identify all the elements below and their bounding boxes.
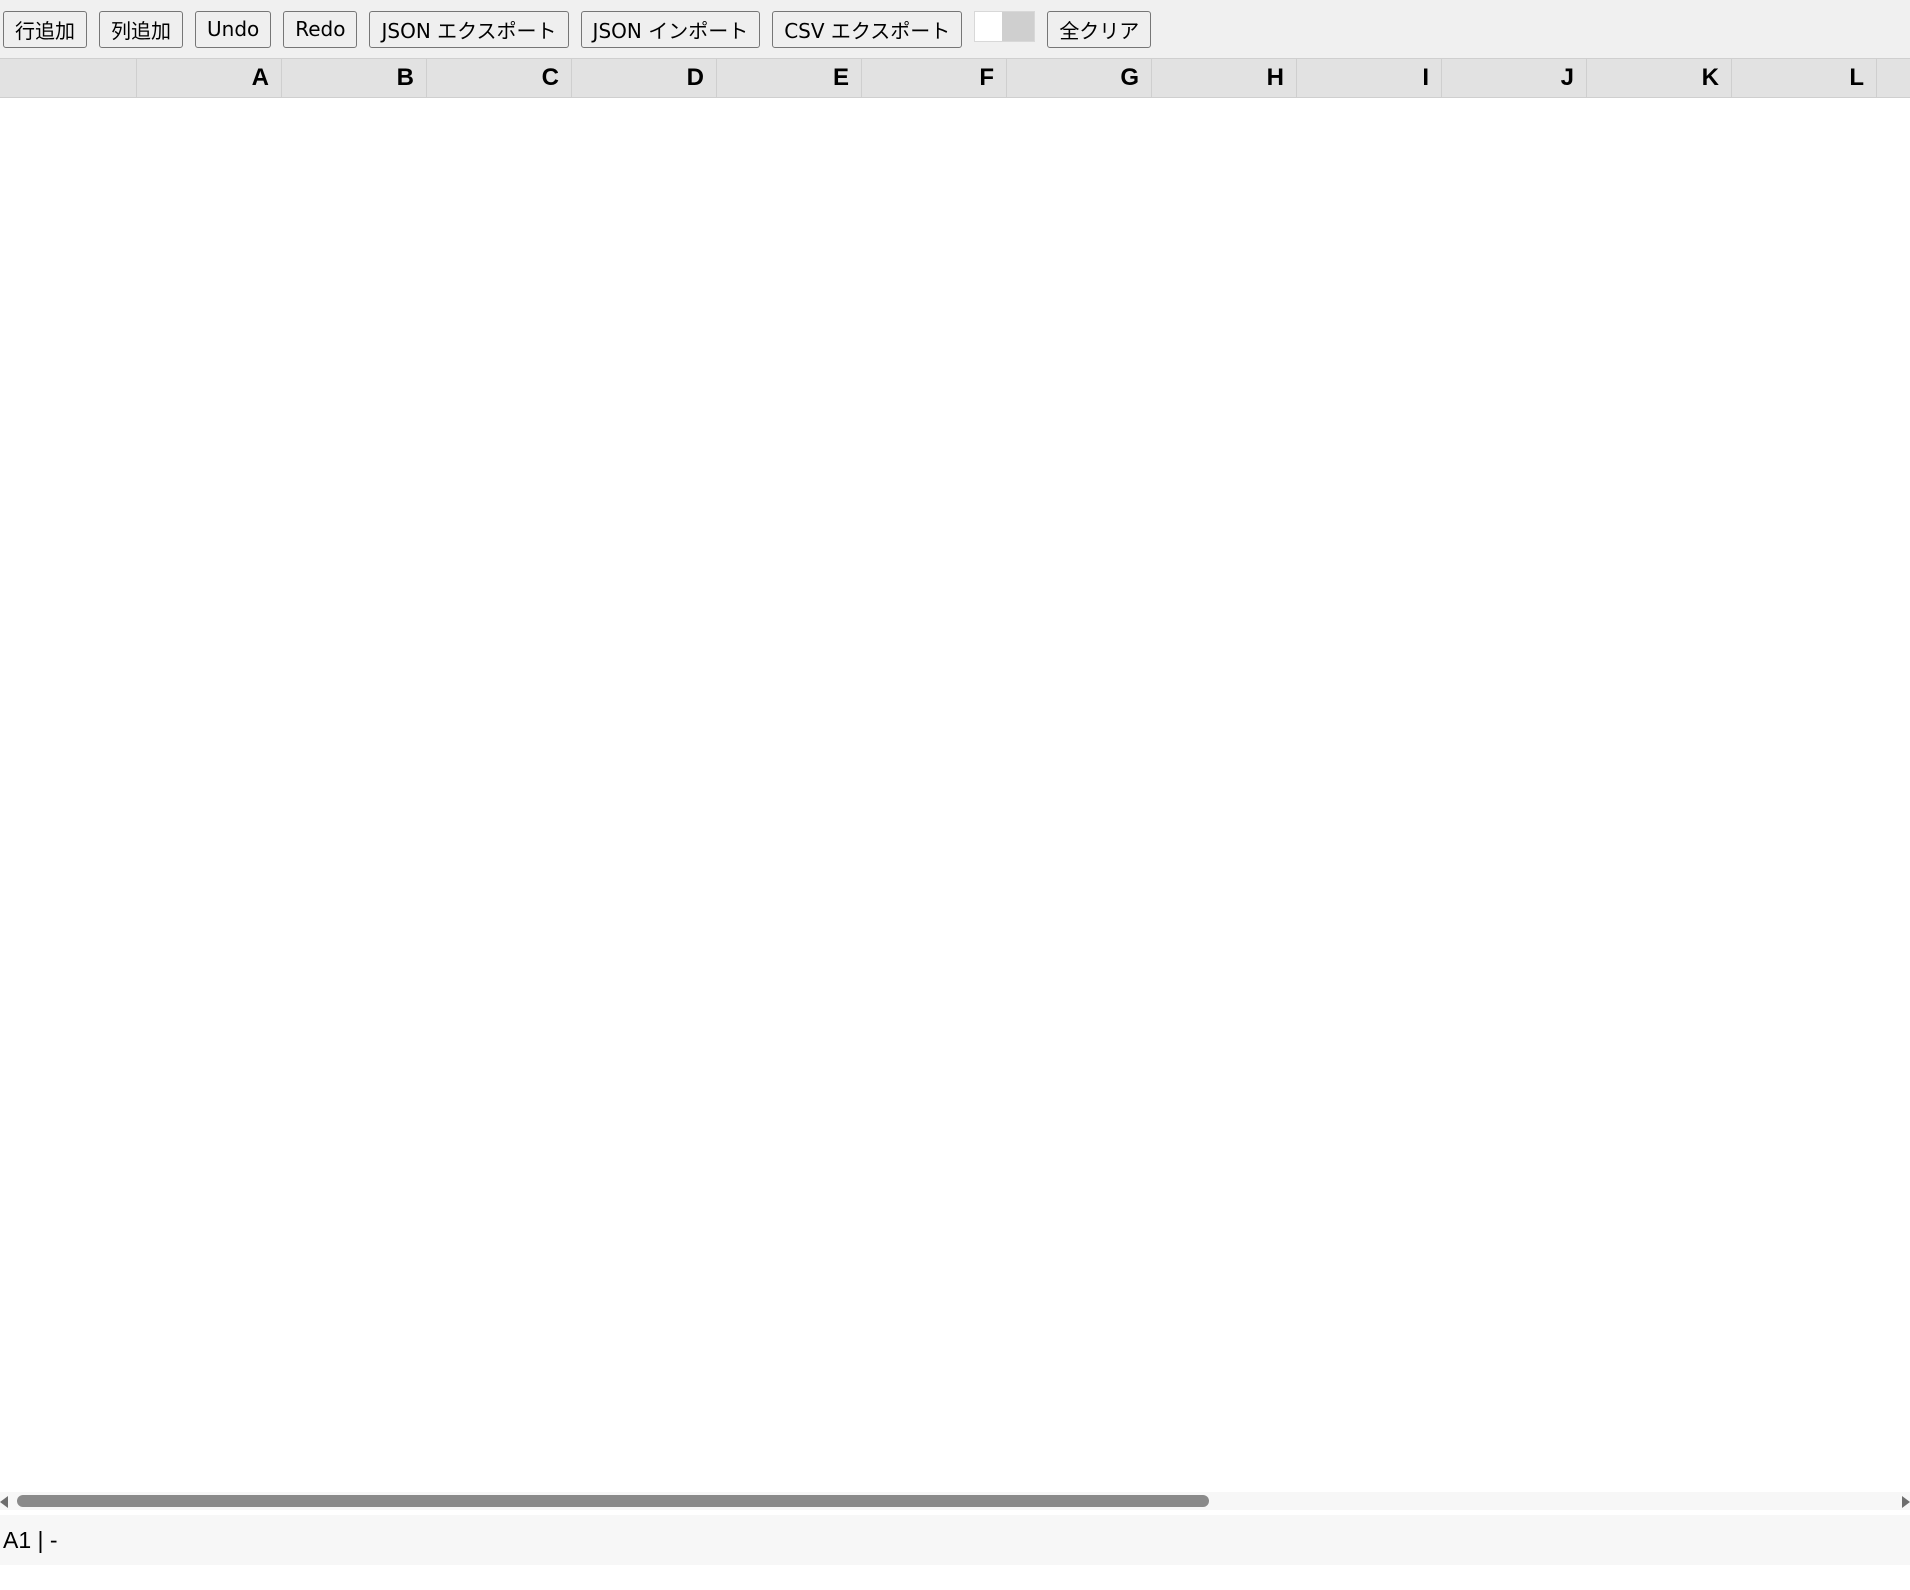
json-export-button[interactable]: JSON エクスポート — [369, 10, 569, 48]
column-header-e[interactable]: E — [717, 59, 862, 97]
column-header-i[interactable]: I — [1297, 59, 1442, 97]
color-picker-track — [1002, 11, 1035, 41]
column-header-j[interactable]: J — [1442, 59, 1587, 97]
horizontal-scrollbar[interactable] — [0, 1492, 1910, 1510]
grid-area[interactable] — [0, 98, 1910, 1492]
status-bar: A1 | - — [0, 1515, 1910, 1565]
csv-export-button[interactable]: CSV エクスポート — [772, 10, 963, 48]
toolbar: 行追加 列追加 Undo Redo JSON エクスポート JSON インポート… — [0, 0, 1910, 58]
color-picker-swatch — [975, 11, 1003, 41]
scroll-left-arrow-icon[interactable] — [0, 1496, 8, 1508]
status-text: A1 | - — [3, 1526, 58, 1553]
color-picker[interactable] — [974, 10, 1036, 42]
undo-button[interactable]: Undo — [195, 10, 272, 48]
column-header-row: A B C D E F G H I J K L — [0, 58, 1910, 98]
clear-all-button[interactable]: 全クリア — [1047, 10, 1152, 48]
column-header-f[interactable]: F — [862, 59, 1007, 97]
column-header-g[interactable]: G — [1007, 59, 1152, 97]
redo-button[interactable]: Redo — [283, 10, 358, 48]
corner-cell[interactable] — [0, 59, 137, 97]
column-header-h[interactable]: H — [1152, 59, 1297, 97]
scroll-right-arrow-icon[interactable] — [1902, 1496, 1910, 1508]
column-header-a[interactable]: A — [137, 59, 282, 97]
column-header-c[interactable]: C — [427, 59, 572, 97]
column-header-k[interactable]: K — [1587, 59, 1732, 97]
json-import-button[interactable]: JSON インポート — [580, 10, 761, 48]
add-row-button[interactable]: 行追加 — [3, 10, 87, 48]
column-header-b[interactable]: B — [282, 59, 427, 97]
column-header-l[interactable]: L — [1732, 59, 1877, 97]
add-column-button[interactable]: 列追加 — [99, 10, 183, 48]
column-header-d[interactable]: D — [572, 59, 717, 97]
scrollbar-thumb[interactable] — [17, 1495, 1209, 1507]
